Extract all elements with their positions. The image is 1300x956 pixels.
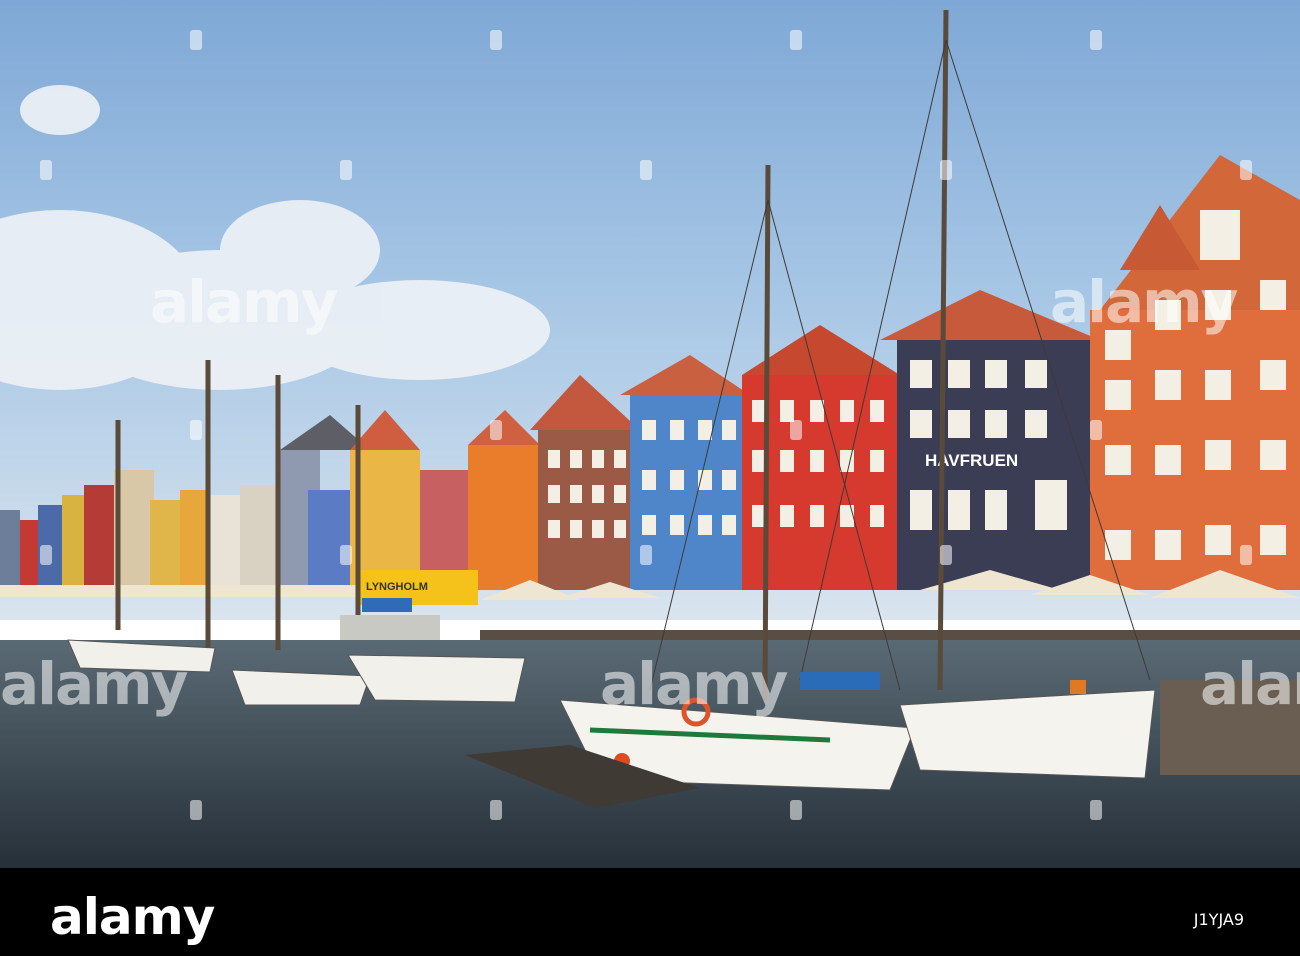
brand-logo: alamy — [50, 888, 215, 946]
sign-crane: LYNGHOLM — [366, 581, 428, 593]
image-id: J1YJA9 — [1193, 910, 1244, 929]
footer-bar: alamy J1YJA9 — [0, 868, 1300, 956]
sign-havfruen: HAVFRUEN — [925, 451, 1018, 470]
harbor-scene: HAVFRUEN LYNGHOLM — [0, 0, 1300, 868]
photo: HAVFRUEN LYNGHOLM alamy alamy alamy alam… — [0, 0, 1300, 868]
pier — [1160, 680, 1300, 775]
